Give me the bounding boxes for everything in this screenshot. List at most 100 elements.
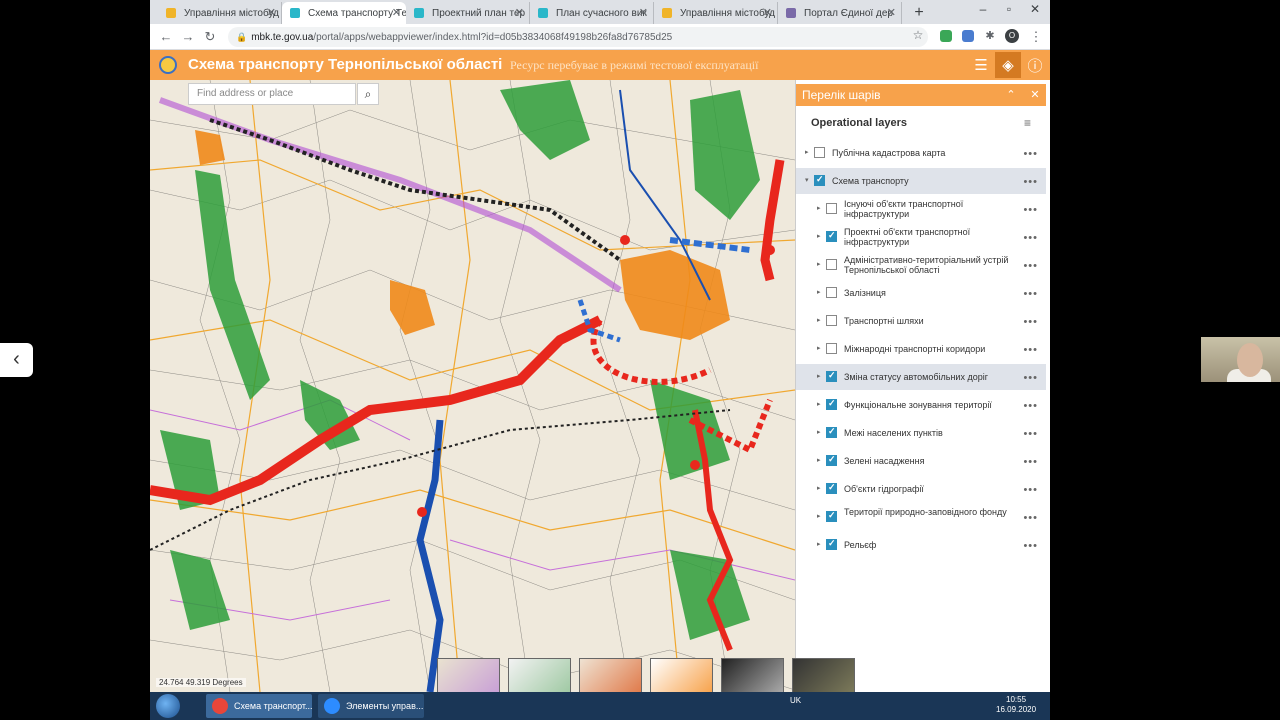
- layer-menu-icon[interactable]: •••: [1023, 316, 1038, 328]
- layer-item[interactable]: ▸ Існуючі об'єкти транспортної інфраструк…: [796, 196, 1046, 222]
- window-thumbnail[interactable]: [792, 658, 855, 694]
- window-thumbnail[interactable]: [579, 658, 642, 694]
- layer-checkbox[interactable]: [826, 315, 837, 326]
- layer-checkbox[interactable]: [826, 287, 837, 298]
- layer-menu-icon[interactable]: •••: [1023, 176, 1038, 188]
- profile-avatar[interactable]: O: [1005, 29, 1019, 43]
- forward-icon[interactable]: →: [180, 29, 196, 44]
- map-view[interactable]: Find address or place ⌕ 24.764 49.319 De…: [150, 80, 795, 692]
- info-icon[interactable]: ⓘ: [1022, 52, 1048, 78]
- expand-arrow-icon[interactable]: ▸: [817, 344, 821, 352]
- window-thumbnail[interactable]: [721, 658, 784, 694]
- list-icon[interactable]: ☰: [968, 52, 994, 78]
- layer-menu-icon[interactable]: •••: [1023, 372, 1038, 384]
- expand-arrow-icon[interactable]: ▾: [805, 176, 809, 184]
- layer-item[interactable]: ▸ Зелені насадження •••: [796, 448, 1046, 474]
- expand-arrow-icon[interactable]: ▸: [817, 316, 821, 324]
- close-panel-icon[interactable]: ✕: [1028, 84, 1042, 106]
- expand-arrow-icon[interactable]: ▸: [817, 540, 821, 548]
- browser-tab[interactable]: Портал Єдиної дер ✕: [778, 2, 902, 24]
- browser-tab[interactable]: Схема транспорту Те ✕: [282, 2, 406, 24]
- expand-arrow-icon[interactable]: ▸: [805, 148, 809, 156]
- bookmark-star-icon[interactable]: ☆: [910, 28, 926, 42]
- close-window-icon[interactable]: ✕: [1022, 2, 1048, 16]
- layer-menu-icon[interactable]: •••: [1023, 484, 1038, 496]
- layer-item[interactable]: ▸ Рельєф •••: [796, 532, 1046, 558]
- layer-item[interactable]: ▸ Публічна кадастрова карта •••: [796, 140, 1046, 166]
- layer-item[interactable]: ▸ Межі населених пунктів •••: [796, 420, 1046, 446]
- back-icon[interactable]: ←: [158, 29, 174, 44]
- browser-tab[interactable]: Проектний план тер ✕: [406, 2, 530, 24]
- layer-menu-icon[interactable]: •••: [1023, 512, 1038, 524]
- layer-menu-icon[interactable]: •••: [1023, 204, 1038, 216]
- photo-extension-icon[interactable]: [962, 30, 974, 42]
- expand-arrow-icon[interactable]: ▸: [817, 204, 821, 212]
- address-bar[interactable]: 🔒 mbk.te.gov.ua/portal/apps/webappviewer/…: [228, 27, 928, 47]
- layer-item[interactable]: ▸ Функціональне зонування території •••: [796, 392, 1046, 418]
- layer-item[interactable]: ▸ Транспортні шляхи •••: [796, 308, 1046, 334]
- layers-icon[interactable]: ◈: [995, 52, 1021, 78]
- puzzle-extensions-icon[interactable]: ✱: [982, 29, 998, 42]
- layer-menu-icon[interactable]: •••: [1023, 232, 1038, 244]
- window-thumbnail[interactable]: [650, 658, 713, 694]
- layer-item[interactable]: ▸ Об'єкти гідрографії •••: [796, 476, 1046, 502]
- search-icon[interactable]: ⌕: [357, 83, 379, 105]
- close-tab-icon[interactable]: ✕: [392, 6, 401, 19]
- layer-item[interactable]: ▸ Зміна статусу автомобільних доріг •••: [796, 364, 1046, 390]
- layer-checkbox[interactable]: [826, 510, 837, 522]
- start-button[interactable]: [156, 694, 180, 718]
- layer-item[interactable]: ▾ Схема транспорту •••: [796, 168, 1046, 194]
- taskbar-item-chrome[interactable]: Схема транспорт...: [206, 694, 312, 718]
- collapse-panel-icon[interactable]: ⌃: [1004, 84, 1018, 106]
- search-input[interactable]: Find address or place: [188, 83, 356, 105]
- layer-options-icon[interactable]: ≡: [1024, 116, 1031, 130]
- expand-arrow-icon[interactable]: ▸: [817, 400, 821, 408]
- close-tab-icon[interactable]: ✕: [763, 6, 772, 19]
- layer-checkbox[interactable]: [826, 343, 837, 354]
- layer-checkbox[interactable]: [826, 259, 837, 270]
- expand-arrow-icon[interactable]: ▸: [817, 428, 821, 436]
- browser-tab[interactable]: План сучасного вик ✕: [530, 2, 654, 24]
- window-thumbnail[interactable]: [508, 658, 571, 694]
- reload-icon[interactable]: ↻: [202, 29, 218, 45]
- previous-slide-button[interactable]: ‹: [0, 343, 33, 377]
- layer-menu-icon[interactable]: •••: [1023, 148, 1038, 160]
- expand-arrow-icon[interactable]: ▸: [817, 512, 821, 520]
- expand-arrow-icon[interactable]: ▸: [817, 456, 821, 464]
- layer-item[interactable]: ▸ Залізниця •••: [796, 280, 1046, 306]
- layer-checkbox[interactable]: [826, 230, 837, 242]
- layer-item[interactable]: ▸ Території природно-заповідного фонду •••: [796, 504, 1046, 530]
- close-tab-icon[interactable]: ✕: [639, 6, 648, 19]
- layer-checkbox[interactable]: [826, 538, 837, 550]
- clock[interactable]: 10:55 16.09.2020: [996, 695, 1036, 715]
- expand-arrow-icon[interactable]: ▸: [817, 260, 821, 268]
- window-thumbnail[interactable]: [437, 658, 500, 694]
- layer-checkbox[interactable]: [814, 174, 825, 186]
- layer-item[interactable]: ▸ Проектні об'єкти транспортної інфрастру…: [796, 224, 1046, 250]
- layer-checkbox[interactable]: [826, 482, 837, 494]
- expand-arrow-icon[interactable]: ▸: [817, 484, 821, 492]
- layer-menu-icon[interactable]: •••: [1023, 344, 1038, 356]
- maximize-icon[interactable]: ▫: [996, 2, 1022, 16]
- layer-menu-icon[interactable]: •••: [1023, 400, 1038, 412]
- close-tab-icon[interactable]: ✕: [267, 6, 276, 19]
- layer-checkbox[interactable]: [826, 203, 837, 214]
- layer-checkbox[interactable]: [826, 454, 837, 466]
- taskbar-item-zoom[interactable]: Элементы управ...: [318, 694, 424, 718]
- layer-checkbox[interactable]: [826, 398, 837, 410]
- shield-extension-icon[interactable]: [940, 30, 952, 42]
- language-indicator[interactable]: UK: [790, 696, 801, 705]
- layer-item[interactable]: ▸ Міжнародні транспортні коридори •••: [796, 336, 1046, 362]
- layer-checkbox[interactable]: [826, 426, 837, 438]
- browser-menu-icon[interactable]: ⋮: [1028, 29, 1044, 45]
- layer-menu-icon[interactable]: •••: [1023, 260, 1038, 272]
- layer-menu-icon[interactable]: •••: [1023, 540, 1038, 552]
- layer-checkbox[interactable]: [814, 147, 825, 158]
- layer-checkbox[interactable]: [826, 370, 837, 382]
- close-tab-icon[interactable]: ✕: [515, 6, 524, 19]
- browser-tab[interactable]: Управління містобуд ✕: [158, 2, 282, 24]
- close-tab-icon[interactable]: ✕: [887, 6, 896, 19]
- layer-item[interactable]: ▸ Адміністративно-територіальний устрій Т…: [796, 252, 1046, 278]
- layer-menu-icon[interactable]: •••: [1023, 288, 1038, 300]
- expand-arrow-icon[interactable]: ▸: [817, 372, 821, 380]
